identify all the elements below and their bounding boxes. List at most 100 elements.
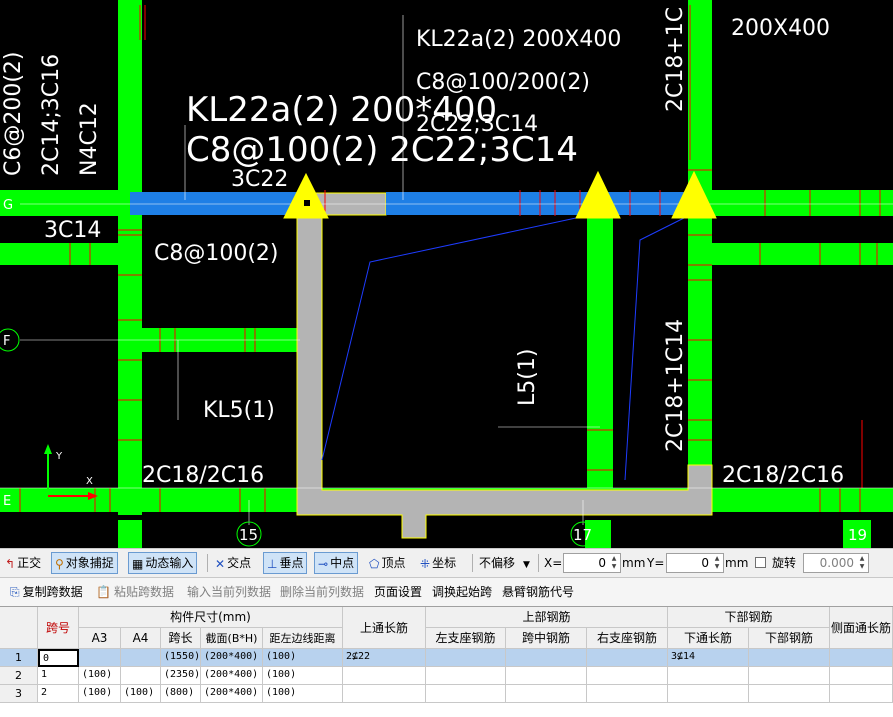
table-cell-section[interactable]: (200*400) bbox=[201, 667, 263, 685]
selected-beam-2[interactable] bbox=[386, 192, 688, 215]
x-spinner-icon[interactable]: ▲ ▼ bbox=[609, 555, 619, 571]
table-cell-bottom-long[interactable]: 3⊈14 bbox=[668, 649, 749, 667]
table-cell-top-long[interactable] bbox=[343, 685, 426, 703]
cad-svg[interactable]: G F E 15 17 19 Y X KL22a(2) 200X400 C8@1… bbox=[0, 0, 893, 548]
rotate-spinner-icon[interactable]: ▲ ▼ bbox=[857, 555, 867, 571]
beam-row-top-left[interactable] bbox=[0, 190, 130, 216]
table-cell-side-long[interactable] bbox=[830, 667, 893, 685]
beam-row-f-left[interactable] bbox=[0, 243, 130, 265]
table-cell-right-support[interactable] bbox=[587, 667, 668, 685]
selected-beam[interactable] bbox=[130, 192, 300, 215]
row-number[interactable]: 2 bbox=[0, 667, 38, 685]
rotate-input[interactable]: 0.000 ▲ ▼ bbox=[803, 553, 869, 573]
input-column-button[interactable]: 输入当前列数据 bbox=[187, 581, 271, 603]
beam-annotation-t18[interactable]: N4C12 bbox=[77, 102, 102, 176]
beam-col-mid[interactable] bbox=[587, 195, 613, 490]
beam-row-right-mid[interactable] bbox=[712, 243, 893, 265]
beam-annotation-t7[interactable]: 3C14 bbox=[44, 218, 101, 243]
table-cell-a3[interactable] bbox=[79, 649, 121, 667]
intersection-button[interactable]: ✕ 交点 bbox=[212, 552, 254, 574]
table-cell-bottom-bar[interactable] bbox=[749, 685, 830, 703]
perpendicular-button[interactable]: ⊥ 垂点 bbox=[263, 552, 308, 574]
table-cell-bottom-bar[interactable] bbox=[749, 649, 830, 667]
table-cell-a4[interactable] bbox=[121, 649, 161, 667]
y-spinner-icon[interactable]: ▲ ▼ bbox=[712, 555, 722, 571]
beam-row-right-top[interactable] bbox=[712, 190, 893, 216]
beam-annotation-t1[interactable]: KL22a(2) 200X400 bbox=[416, 27, 621, 52]
col-top-long-bar[interactable]: 上通长筋 bbox=[343, 607, 426, 649]
stub-col-1[interactable] bbox=[118, 520, 142, 548]
table-cell-mid-span[interactable] bbox=[506, 685, 587, 703]
table-cell-a4[interactable] bbox=[121, 667, 161, 685]
col-bottom-bar[interactable]: 下部钢筋 bbox=[749, 628, 830, 649]
table-cell-right-support[interactable] bbox=[587, 685, 668, 703]
col-side-long-bar[interactable]: 侧面通长筋 bbox=[830, 607, 893, 649]
table-cell-left-support[interactable] bbox=[426, 667, 506, 685]
table-cell-span[interactable]: 1 bbox=[38, 667, 79, 685]
paste-span-button[interactable]: 📋 粘贴跨数据 bbox=[96, 581, 174, 603]
row-number[interactable]: 3 bbox=[0, 685, 38, 703]
table-cell-edge-distance[interactable]: (100) bbox=[263, 685, 343, 703]
beam-annotation-t9[interactable]: KL5(1) bbox=[203, 398, 275, 423]
y-input[interactable]: 0 ▲ ▼ bbox=[666, 553, 724, 573]
swap-span-button[interactable]: 调换起始跨 bbox=[432, 581, 492, 603]
dynamic-input-button[interactable]: ▦ 动态输入 bbox=[128, 552, 198, 574]
col-bottom-long-bar[interactable]: 下通长筋 bbox=[668, 628, 749, 649]
table-cell-top-long[interactable]: 2⊈22 bbox=[343, 649, 426, 667]
col-right-support[interactable]: 右支座钢筋 bbox=[587, 628, 668, 649]
table-cell-section[interactable]: (200*400) bbox=[201, 649, 263, 667]
beam-annotation-t16[interactable]: C6@200(2) bbox=[1, 51, 26, 176]
beam-annotation-t13[interactable]: 2C18+1C14 bbox=[663, 319, 688, 452]
beam-col-right[interactable] bbox=[688, 0, 712, 515]
midpoint-button[interactable]: ⊸ 中点 bbox=[314, 552, 359, 574]
table-cell-left-support[interactable] bbox=[426, 685, 506, 703]
table-cell-span-length[interactable]: (1550) bbox=[161, 649, 201, 667]
delete-column-button[interactable]: 删除当前列数据 bbox=[280, 581, 364, 603]
col-a3[interactable]: A3 bbox=[79, 628, 121, 649]
table-cell-section[interactable]: (200*400) bbox=[201, 685, 263, 703]
copy-span-button[interactable]: ⎘ 复制跨数据 bbox=[10, 581, 83, 603]
beam-annotation-t11[interactable]: 2C18/2C16 bbox=[722, 463, 844, 488]
table-cell-bottom-bar[interactable] bbox=[749, 667, 830, 685]
beam-annotation-t6[interactable]: 3C22 bbox=[231, 167, 288, 192]
cantilever-code-button[interactable]: 悬臂钢筋代号 bbox=[502, 581, 574, 603]
table-cell-a3[interactable]: (100) bbox=[79, 667, 121, 685]
table-cell-right-support[interactable] bbox=[587, 649, 668, 667]
table-cell-side-long[interactable] bbox=[830, 685, 893, 703]
beam-annotation-t17[interactable]: 2C14;3C16 bbox=[39, 54, 64, 176]
table-cell-bottom-long[interactable] bbox=[668, 667, 749, 685]
beam-annotation-t15[interactable]: 200X400 bbox=[731, 16, 830, 41]
table-cell-top-long[interactable] bbox=[343, 667, 426, 685]
table-cell-side-long[interactable] bbox=[830, 649, 893, 667]
col-span-length[interactable]: 跨长 bbox=[161, 628, 201, 649]
col-a4[interactable]: A4 bbox=[121, 628, 161, 649]
table-cell-mid-span[interactable] bbox=[506, 649, 587, 667]
table-cell-bottom-long[interactable] bbox=[668, 685, 749, 703]
beam-annotation-t12[interactable]: L5(1) bbox=[515, 349, 540, 406]
beam-annotation-t14[interactable]: 2C18+1C bbox=[663, 7, 688, 112]
beam-annotation-t10[interactable]: 2C18/2C16 bbox=[142, 463, 264, 488]
table-cell-span[interactable]: 0 bbox=[38, 649, 79, 667]
row-number[interactable]: 1 bbox=[0, 649, 38, 667]
col-left-support[interactable]: 左支座钢筋 bbox=[426, 628, 506, 649]
col-edge-distance[interactable]: 距左边线距离 bbox=[263, 628, 343, 649]
table-cell-edge-distance[interactable]: (100) bbox=[263, 667, 343, 685]
col-span-no[interactable]: 跨号 bbox=[38, 607, 79, 649]
rotate-checkbox[interactable] bbox=[755, 557, 766, 568]
table-cell-span-length[interactable]: (2350) bbox=[161, 667, 201, 685]
coordinate-button[interactable]: ⁜ 坐标 bbox=[417, 552, 459, 574]
ortho-button[interactable]: ↰ 正交 bbox=[2, 552, 44, 574]
table-cell-span-length[interactable]: (800) bbox=[161, 685, 201, 703]
beam-annotation-t4[interactable]: KL22a(2) 200*400 bbox=[186, 90, 497, 130]
page-setup-button[interactable]: 页面设置 bbox=[374, 581, 422, 603]
table-cell-mid-span[interactable] bbox=[506, 667, 587, 685]
beam-annotation-t5[interactable]: C8@100(2) 2C22;3C14 bbox=[186, 130, 578, 170]
col-section[interactable]: 截面(B*H) bbox=[201, 628, 263, 649]
drawing-canvas[interactable]: G F E 15 17 19 Y X KL22a(2) 200X400 C8@1… bbox=[0, 0, 893, 548]
table-cell-edge-distance[interactable]: (100) bbox=[263, 649, 343, 667]
table-cell-a4[interactable]: (100) bbox=[121, 685, 161, 703]
table-cell-left-support[interactable] bbox=[426, 649, 506, 667]
table-cell-a3[interactable]: (100) bbox=[79, 685, 121, 703]
table-cell-span[interactable]: 2 bbox=[38, 685, 79, 703]
col-mid-span[interactable]: 跨中钢筋 bbox=[506, 628, 587, 649]
